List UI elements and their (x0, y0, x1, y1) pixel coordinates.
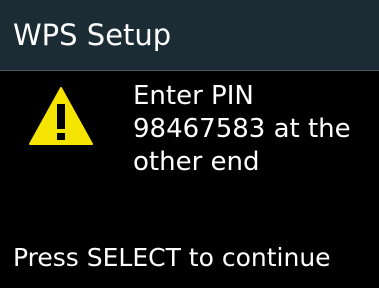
message-line: Enter PIN (133, 81, 254, 111)
pin-message: Enter PIN 98467583 at the other end (133, 80, 373, 179)
message-line-pin: 98467583 at the (133, 114, 351, 144)
select-prompt: Press SELECT to continue (13, 243, 331, 272)
warning-icon (29, 87, 93, 145)
page-title: WPS Setup (13, 18, 172, 52)
title-bar: WPS Setup (0, 0, 379, 71)
wps-setup-screen: WPS Setup Enter PIN 98467583 at the othe… (0, 0, 379, 288)
message-line: other end (133, 147, 260, 177)
